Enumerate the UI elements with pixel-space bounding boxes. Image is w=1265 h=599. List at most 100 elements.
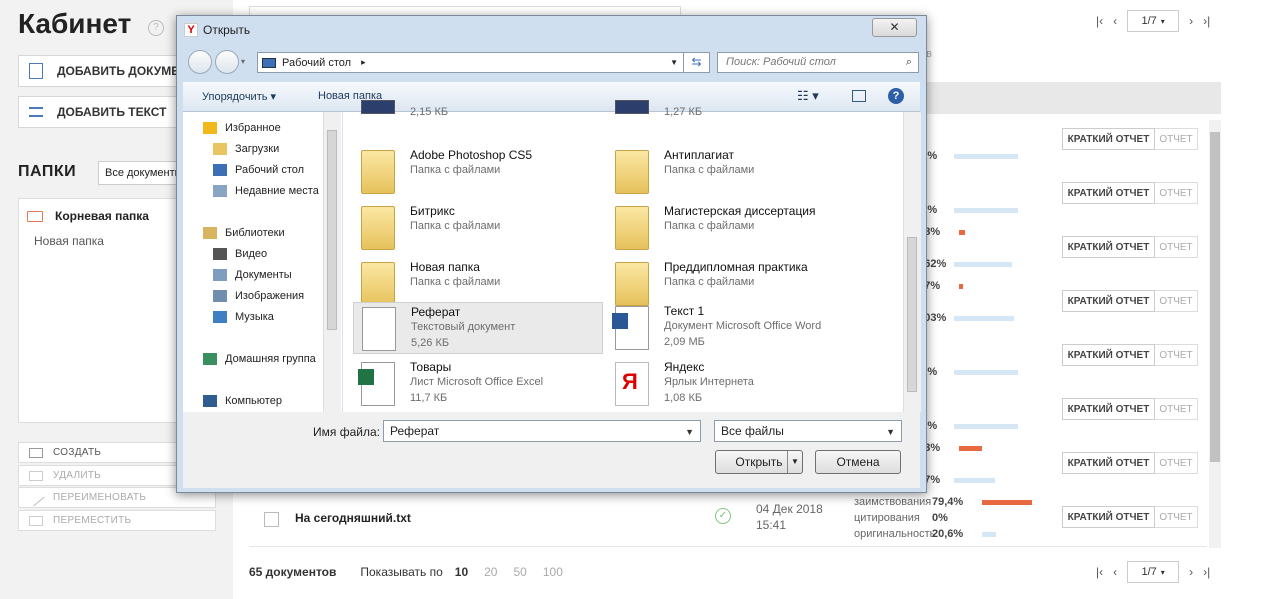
filename-input[interactable]: Реферат ▼ xyxy=(383,420,701,442)
document-date: 04 Дек 2018 xyxy=(756,502,823,516)
originality-bar xyxy=(954,369,1018,375)
document-stats: заимствования79,4% цитирования 0% оригина… xyxy=(854,494,1032,542)
cancel-button[interactable]: Отмена xyxy=(815,450,901,474)
file-list-scroll-thumb[interactable] xyxy=(907,237,917,392)
dialog-bottom-bar: Имя файла: Реферат ▼ Все файлы ▼ Открыть… xyxy=(183,412,920,488)
close-button[interactable]: ✕ xyxy=(872,18,917,37)
navigation-scrollbar[interactable] xyxy=(323,112,341,412)
page-size-20[interactable]: 20 xyxy=(484,565,497,579)
folder-icon xyxy=(615,206,649,250)
first-page-button[interactable]: |‹ xyxy=(1096,14,1103,28)
file-item[interactable]: Текст 1 Документ Microsoft Office Word 2,0… xyxy=(607,302,857,354)
root-folder-label: Корневая папка xyxy=(55,209,149,223)
row-checkbox[interactable] xyxy=(264,512,279,527)
chevron-down-icon[interactable]: ▼ xyxy=(670,58,678,67)
address-bar[interactable]: Рабочий стол ▸ ▼ xyxy=(257,52,684,73)
open-options-arrow[interactable]: ▼ xyxy=(787,451,802,473)
report-button[interactable]: ОТЧЕТ xyxy=(1155,452,1198,474)
document-name[interactable]: На сегодняшний.txt xyxy=(295,511,411,525)
nav-item[interactable]: Библиотеки xyxy=(203,227,285,239)
refresh-icon: ⇆ xyxy=(691,55,702,69)
desktop-icon xyxy=(213,164,227,176)
nav-item[interactable]: Домашняя группа xyxy=(203,353,316,365)
navigation-scroll-thumb[interactable] xyxy=(327,130,337,330)
prev-page-button[interactable]: ‹ xyxy=(1113,565,1117,579)
file-type-select[interactable]: Все файлы ▼ xyxy=(714,420,902,442)
help-icon[interactable]: ? xyxy=(888,88,904,104)
page-size-10[interactable]: 10 xyxy=(455,565,468,579)
forward-button[interactable] xyxy=(215,50,239,74)
short-report-button[interactable]: КРАТКИЙ ОТЧЕТ xyxy=(1062,506,1155,528)
nav-item[interactable]: Загрузки xyxy=(213,143,279,155)
report-button[interactable]: ОТЧЕТ xyxy=(1155,128,1198,150)
file-item[interactable]: Adobe Photoshop CS5 Папка с файлами xyxy=(353,146,603,198)
file-item[interactable]: Магистерская диссертация Папка с файлами xyxy=(607,202,857,254)
page-select[interactable]: 1/7 ▾ xyxy=(1127,10,1180,32)
navigation-pane: Избранное Загрузки Рабочий стол Недавние ме… xyxy=(183,112,343,412)
report-button[interactable]: ОТЧЕТ xyxy=(1155,344,1198,366)
organize-button[interactable]: Упорядочить ▾ xyxy=(202,90,276,103)
last-page-button[interactable]: ›| xyxy=(1203,14,1210,28)
short-report-button[interactable]: КРАТКИЙ ОТЧЕТ xyxy=(1062,290,1155,312)
scrollbar-thumb[interactable] xyxy=(1210,132,1220,462)
table-footer: 65 документов Показывать по 10 20 50 100 xyxy=(249,565,563,579)
nav-item[interactable]: Компьютер xyxy=(203,395,282,407)
page-select[interactable]: 1/7 ▾ xyxy=(1127,561,1180,583)
borrowing-value: 79,4% xyxy=(932,496,964,508)
search-input[interactable]: Поиск: Рабочий стол ⌕ xyxy=(717,52,919,73)
file-item[interactable]: Антиплагиат Папка с файлами xyxy=(607,146,857,198)
borrowing-label: заимствования xyxy=(854,496,932,508)
subfolder-item[interactable]: Новая папка xyxy=(34,234,104,248)
nav-item[interactable]: Рабочий стол xyxy=(213,164,304,176)
search-icon: ⌕ xyxy=(905,56,912,68)
short-report-button[interactable]: КРАТКИЙ ОТЧЕТ xyxy=(1062,344,1155,366)
nav-item[interactable]: Видео xyxy=(213,248,267,260)
nav-item[interactable]: Избранное xyxy=(203,122,281,134)
file-item[interactable]: Реферат Текстовый документ 5,26 КБ xyxy=(353,302,603,354)
recent-locations-icon[interactable]: ▾ xyxy=(241,57,245,66)
page-size-50[interactable]: 50 xyxy=(513,565,526,579)
help-icon[interactable]: ? xyxy=(148,20,164,36)
report-button[interactable]: ОТЧЕТ xyxy=(1155,398,1198,420)
file-type: Документ Microsoft Office Word xyxy=(664,320,822,332)
file-type: Лист Microsoft Office Excel xyxy=(410,376,544,388)
excel-file-icon xyxy=(358,362,395,406)
file-size: 1,08 КБ xyxy=(664,392,703,404)
nav-item[interactable]: Документы xyxy=(213,269,292,281)
next-page-button[interactable]: › xyxy=(1189,565,1193,579)
chevron-down-icon[interactable]: ▼ xyxy=(685,422,694,442)
short-report-button[interactable]: КРАТКИЙ ОТЧЕТ xyxy=(1062,236,1155,258)
documents-scrollbar[interactable] xyxy=(1209,120,1221,548)
originality-value: 20,6% xyxy=(932,528,964,540)
nav-item-label: Недавние места xyxy=(235,185,319,197)
nav-item[interactable]: Музыка xyxy=(213,311,274,323)
next-page-button[interactable]: › xyxy=(1189,14,1193,28)
view-options-icon[interactable]: ☷ ▾ xyxy=(797,88,819,104)
file-item[interactable]: Товары Лист Microsoft Office Excel 11,7 КБ xyxy=(353,358,603,410)
open-button[interactable]: Открыть ▼ xyxy=(715,450,803,474)
file-item[interactable]: Я Яндекс Ярлык Интернета 1,08 КБ xyxy=(607,358,857,410)
short-report-button[interactable]: КРАТКИЙ ОТЧЕТ xyxy=(1062,128,1155,150)
report-button[interactable]: ОТЧЕТ xyxy=(1155,182,1198,204)
file-list-scrollbar[interactable] xyxy=(903,112,921,412)
preview-pane-icon[interactable] xyxy=(852,90,866,102)
short-report-button[interactable]: КРАТКИЙ ОТЧЕТ xyxy=(1062,182,1155,204)
report-button[interactable]: ОТЧЕТ xyxy=(1155,506,1198,528)
move-folder-button[interactable]: ПЕРЕМЕСТИТЬ xyxy=(18,510,216,531)
short-report-button[interactable]: КРАТКИЙ ОТЧЕТ xyxy=(1062,452,1155,474)
prev-page-button[interactable]: ‹ xyxy=(1113,14,1117,28)
root-folder-item[interactable]: Корневая папка xyxy=(27,209,149,223)
page-size-100[interactable]: 100 xyxy=(543,565,563,579)
back-button[interactable] xyxy=(188,50,212,74)
file-item[interactable]: Битрикс Папка с файлами xyxy=(353,202,603,254)
file-type: Текстовый документ xyxy=(411,321,516,333)
last-page-button[interactable]: ›| xyxy=(1203,565,1210,579)
address-arrow-icon[interactable]: ▸ xyxy=(361,57,366,68)
nav-item[interactable]: Недавние места xyxy=(213,185,319,197)
first-page-button[interactable]: |‹ xyxy=(1096,565,1103,579)
nav-item[interactable]: Изображения xyxy=(213,290,304,302)
report-button[interactable]: ОТЧЕТ xyxy=(1155,236,1198,258)
report-button[interactable]: ОТЧЕТ xyxy=(1155,290,1198,312)
short-report-button[interactable]: КРАТКИЙ ОТЧЕТ xyxy=(1062,398,1155,420)
refresh-button[interactable]: ⇆ xyxy=(684,52,710,73)
